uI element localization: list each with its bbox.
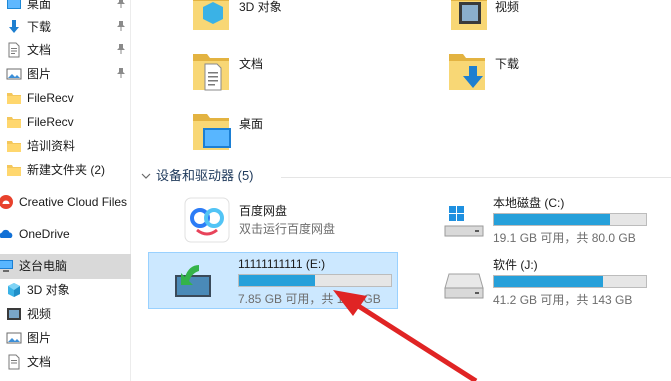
device-software-j[interactable]: 软件 (J:) 41.2 GB 可用，共 143 GB <box>441 256 651 308</box>
sidebar-item-filerecv-1[interactable]: FileRecv <box>0 86 131 110</box>
sidebar-item-this-pc[interactable]: 这台电脑 <box>0 254 131 279</box>
drive-name: 11111111111 (E:) <box>238 257 326 271</box>
device-name: 百度网盘 <box>239 204 288 218</box>
drive-usage-bar <box>238 274 392 287</box>
folder-icon <box>7 117 21 128</box>
sidebar-item-desktop[interactable]: 桌面 <box>0 0 131 16</box>
folder-downloads-icon <box>449 54 485 90</box>
pin-icon[interactable] <box>116 20 126 32</box>
sidebar-item-label: 这台电脑 <box>19 259 68 273</box>
folder-tile-3d-objects[interactable]: 3D 对象 <box>191 0 351 36</box>
file-explorer-window: 桌面 下载 文档 图片 FileRecv FileRecv 培训资料 新建文件夹… <box>0 0 671 381</box>
sidebar-item-documents-pc[interactable]: 文档 <box>0 350 131 374</box>
pin-icon[interactable] <box>116 67 126 79</box>
tile-name: 下载 <box>495 57 520 71</box>
chevron-down-icon[interactable] <box>141 171 151 181</box>
document-icon <box>8 354 20 370</box>
pictures-icon <box>6 332 22 344</box>
sidebar-item-filerecv-2[interactable]: FileRecv <box>0 110 131 134</box>
sidebar-item-training[interactable]: 培训资料 <box>0 134 131 158</box>
sidebar-item-new-folder-2[interactable]: 新建文件夹 (2) <box>0 158 131 182</box>
folder-tile-downloads[interactable]: 下载 <box>447 48 607 96</box>
download-arrow-icon <box>9 20 19 33</box>
folder-videos-icon <box>451 0 487 30</box>
sidebar-item-3d-objects[interactable]: 3D 对象 <box>0 278 131 302</box>
sidebar-item-onedrive[interactable]: OneDrive <box>0 222 131 246</box>
tile-name: 桌面 <box>239 117 264 131</box>
sidebar-item-label: FileRecv <box>27 115 74 129</box>
drive-usage-bar <box>493 213 647 226</box>
sidebar-item-pictures[interactable]: 图片 <box>0 62 131 86</box>
sidebar-item-label: 下载 <box>27 20 52 34</box>
folder-desktop-icon <box>193 114 231 150</box>
tile-name: 文档 <box>239 57 264 71</box>
3d-objects-icon <box>8 283 20 297</box>
folder-3d-objects-icon <box>193 0 229 30</box>
sidebar-item-downloads[interactable]: 下载 <box>0 15 131 39</box>
navigation-pane: 桌面 下载 文档 图片 FileRecv FileRecv 培训资料 新建文件夹… <box>0 0 131 381</box>
sidebar-item-label: Creative Cloud Files <box>19 195 128 209</box>
sidebar-item-label: 新建文件夹 (2) <box>27 163 106 177</box>
folder-tile-documents[interactable]: 文档 <box>191 48 351 96</box>
device-local-disk-c[interactable]: 本地磁盘 (C:) 19.1 GB 可用，共 80.0 GB <box>441 194 651 246</box>
folder-icon <box>7 165 21 176</box>
document-icon <box>8 42 20 58</box>
tile-name: 3D 对象 <box>239 0 282 14</box>
drive-usage-fill <box>239 275 315 286</box>
drive-free-space: 7.85 GB 可用，共 14.6 GB <box>238 292 381 306</box>
drive-usage-bar <box>493 275 647 288</box>
sidebar-item-label: 文档 <box>27 355 52 369</box>
sidebar-item-label: 3D 对象 <box>27 283 70 297</box>
hard-drive-icon <box>444 273 484 299</box>
baidu-netdisk-icon <box>184 197 230 243</box>
sidebar-item-label: 文档 <box>27 43 52 57</box>
sidebar-item-creative-cloud[interactable]: Creative Cloud Files <box>0 190 131 214</box>
drive-usage-fill <box>494 214 610 225</box>
drive-usage-fill <box>494 276 604 287</box>
removable-drive-icon <box>175 265 211 297</box>
videos-icon <box>7 308 21 320</box>
device-baidu-netdisk[interactable]: 百度网盘 双击运行百度网盘 <box>183 194 393 246</box>
folder-tile-desktop[interactable]: 桌面 <box>191 108 351 156</box>
folder-icon <box>7 141 21 152</box>
folder-tile-videos[interactable]: 视频 <box>449 0 609 36</box>
sidebar-item-label: FileRecv <box>27 91 74 105</box>
device-description: 双击运行百度网盘 <box>239 222 336 236</box>
sidebar-item-label: 图片 <box>27 331 52 345</box>
drive-free-space: 41.2 GB 可用，共 143 GB <box>493 293 633 307</box>
onedrive-icon <box>0 229 13 238</box>
annotation-arrow-shaft <box>347 297 478 381</box>
sidebar-item-label: 视频 <box>27 307 52 321</box>
drive-name: 软件 (J:) <box>493 258 538 272</box>
pictures-icon <box>6 68 22 80</box>
sidebar-item-videos[interactable]: 视频 <box>0 302 131 326</box>
content-pane: 3D 对象 视频 文档 下载 桌面 设备和驱动器 (5) 百度网盘 双击运行百度… <box>131 0 671 381</box>
sidebar-item-label: OneDrive <box>19 227 70 241</box>
devices-group-header[interactable]: 设备和驱动器 (5) <box>141 168 254 184</box>
this-pc-icon <box>0 260 13 272</box>
sidebar-item-label: 图片 <box>27 67 52 81</box>
sidebar-item-pictures-pc[interactable]: 图片 <box>0 326 131 350</box>
sidebar-item-label: 培训资料 <box>27 139 76 153</box>
group-separator <box>281 177 671 178</box>
pin-icon[interactable] <box>116 0 126 9</box>
drive-name: 本地磁盘 (C:) <box>493 196 565 210</box>
device-removable-e[interactable]: 11111111111 (E:) 7.85 GB 可用，共 14.6 GB <box>148 252 398 309</box>
drive-free-space: 19.1 GB 可用，共 80.0 GB <box>493 231 636 245</box>
sidebar-item-label: 桌面 <box>27 0 52 11</box>
tile-name: 视频 <box>495 0 520 14</box>
system-drive-icon <box>444 206 484 237</box>
sidebar-item-documents[interactable]: 文档 <box>0 38 131 62</box>
creative-cloud-icon <box>0 195 13 209</box>
folder-icon <box>7 93 21 104</box>
desktop-icon <box>7 0 21 9</box>
pin-icon[interactable] <box>116 43 126 55</box>
devices-group-label: 设备和驱动器 (5) <box>156 168 254 183</box>
folder-documents-icon <box>193 54 229 91</box>
